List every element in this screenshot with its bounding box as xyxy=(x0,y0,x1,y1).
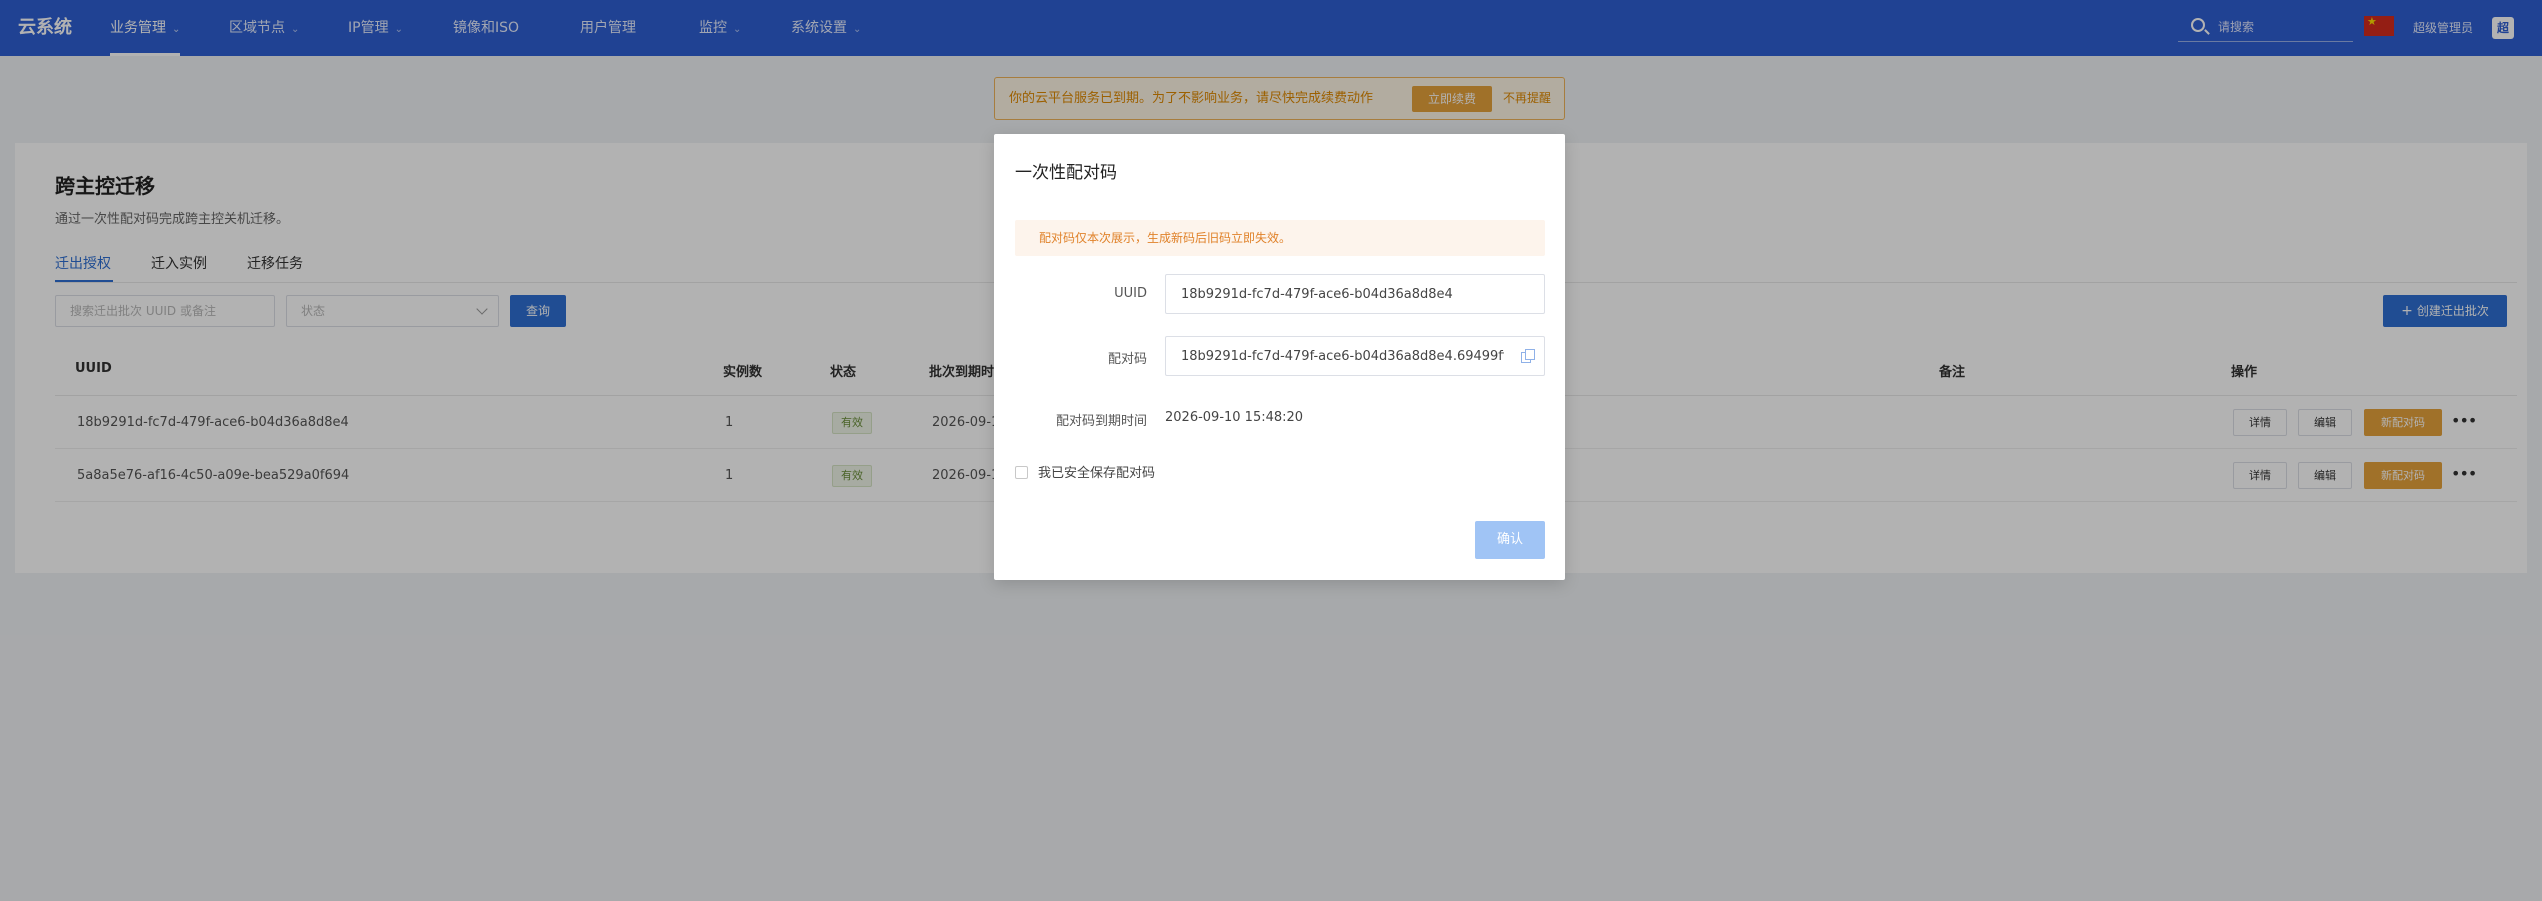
warning-alert: 配对码仅本次展示，生成新码后旧码立即失效。 xyxy=(1015,220,1545,256)
saved-confirm-checkbox[interactable] xyxy=(1015,466,1028,479)
pairing-code-field[interactable] xyxy=(1165,336,1545,376)
uuid-label: UUID xyxy=(1114,286,1147,301)
pairing-code-dialog: 一次性配对码 配对码仅本次展示，生成新码后旧码立即失效。 UUID 配对码 配对… xyxy=(994,134,1565,580)
copy-icon-front xyxy=(1525,349,1535,360)
code-label: 配对码 xyxy=(1107,352,1147,367)
dialog-title: 一次性配对码 xyxy=(1015,163,1117,183)
checkbox-label[interactable]: 我已安全保存配对码 xyxy=(1038,462,1155,481)
uuid-field[interactable] xyxy=(1165,274,1545,314)
copy-icon[interactable] xyxy=(1521,349,1535,363)
expiry-label: 配对码到期时间 xyxy=(1055,414,1147,429)
alert-text: 配对码仅本次展示，生成新码后旧码立即失效。 xyxy=(1039,231,1292,245)
expiry-value: 2026-09-10 15:48:20 xyxy=(1165,410,1304,425)
confirm-button[interactable]: 确认 xyxy=(1475,521,1545,559)
